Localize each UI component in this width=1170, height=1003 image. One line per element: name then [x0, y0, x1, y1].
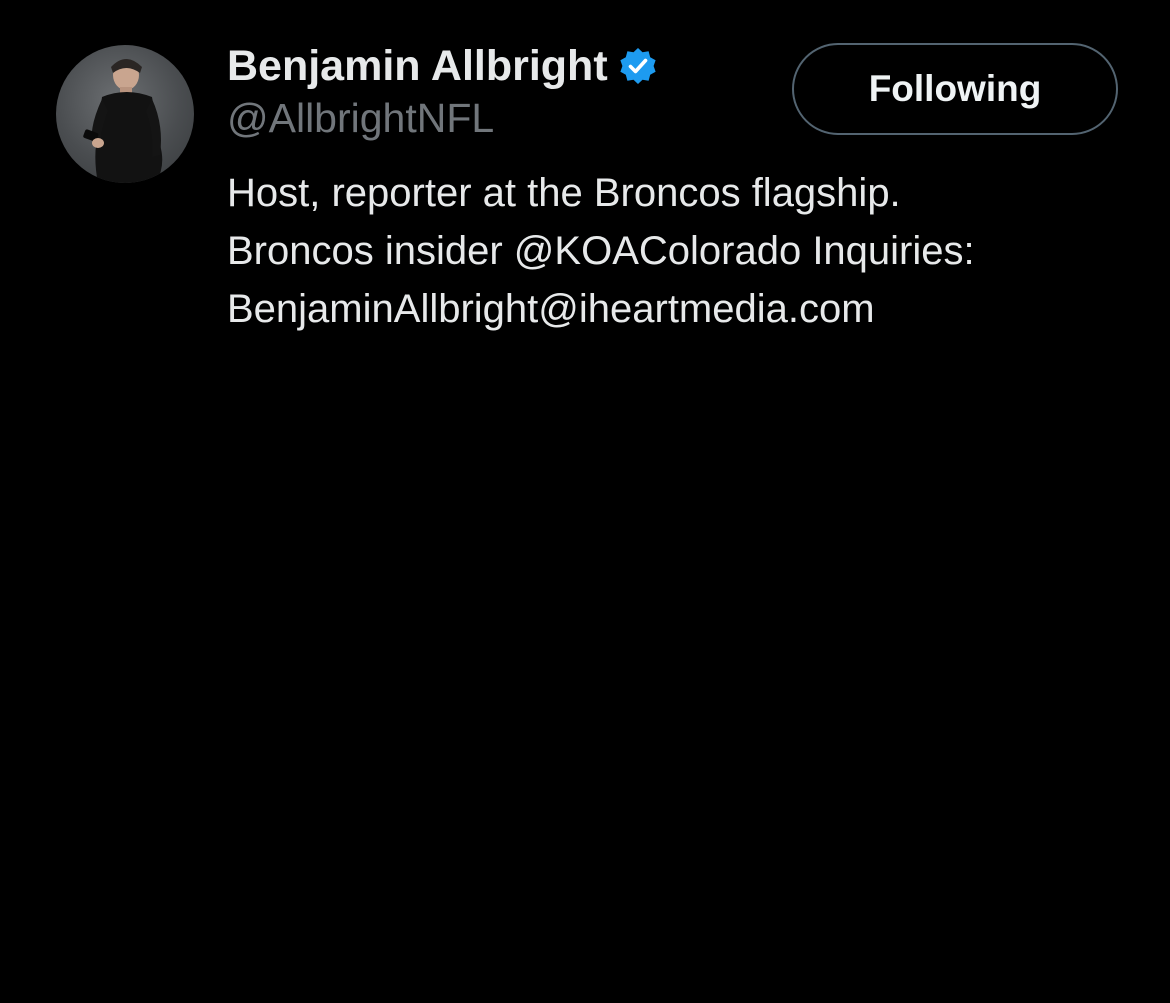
user-card: Benjamin Allbright @AllbrightNFL Host, r… — [0, 0, 1170, 1003]
bio-line: Broncos insider @KOAColorado Inquiries: — [227, 229, 975, 273]
verified-badge-icon — [618, 46, 658, 86]
following-button[interactable]: Following — [792, 43, 1118, 135]
bio-line: Host, reporter at the Broncos flagship. — [227, 171, 901, 215]
avatar[interactable] — [56, 45, 194, 183]
display-name[interactable]: Benjamin Allbright — [227, 40, 608, 92]
profile-bio: Host, reporter at the Broncos flagship. … — [227, 164, 1107, 338]
bio-line: BenjaminAllbright@iheartmedia.com — [227, 287, 875, 331]
profile-photo — [83, 59, 163, 183]
